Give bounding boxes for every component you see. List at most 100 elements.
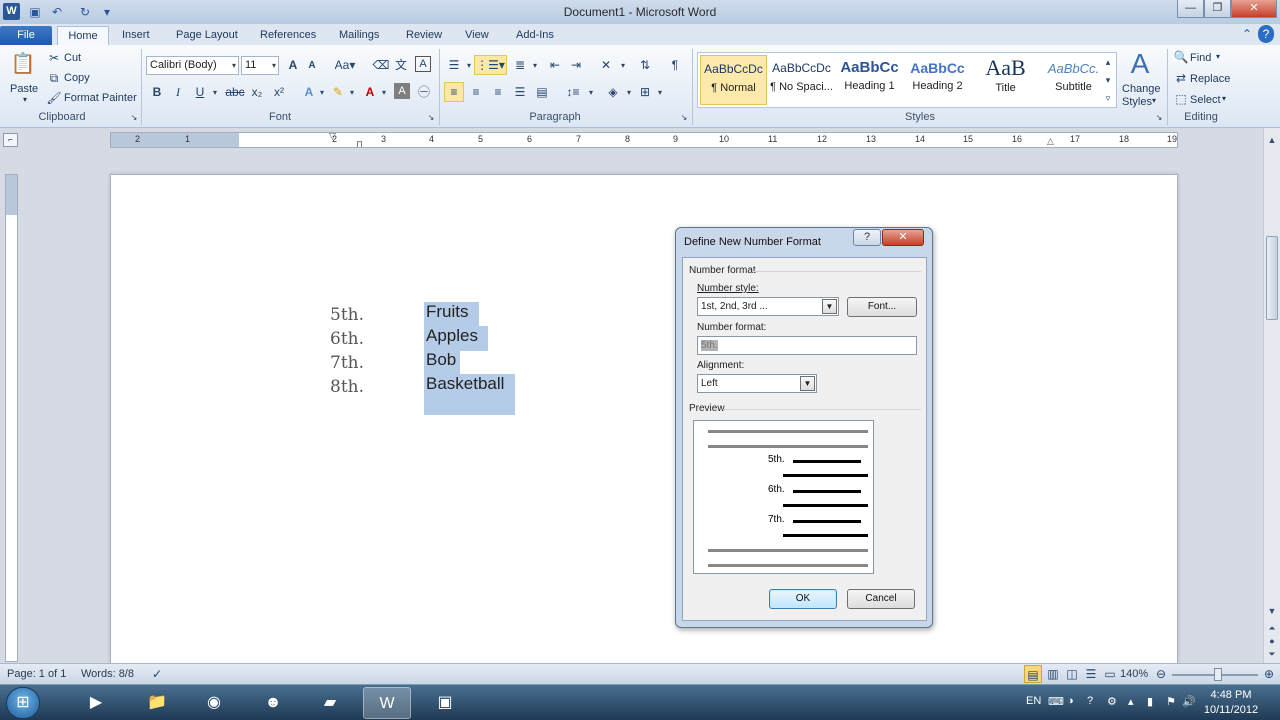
change-styles-icon[interactable]: A — [1125, 49, 1155, 79]
replace-icon[interactable]: ⇄ — [1172, 69, 1190, 87]
taskbar-word-icon[interactable]: W — [363, 687, 411, 719]
change-styles-label-2[interactable]: Styles — [1122, 96, 1152, 108]
cut-icon[interactable]: ✂ — [45, 49, 63, 67]
line-spacing-icon[interactable]: ↕≡ — [564, 83, 582, 101]
zoom-in-icon[interactable]: ⊕ — [1260, 665, 1278, 683]
highlight-dropdown-icon[interactable]: ▾ — [343, 84, 361, 102]
zoom-level[interactable]: 140% — [1120, 668, 1148, 680]
find-icon[interactable]: 🔍 — [1172, 48, 1190, 66]
vertical-scrollbar[interactable]: ▲ ▼ ⏶ ● ⏷ — [1263, 128, 1280, 663]
language-indicator[interactable]: EN — [1026, 695, 1041, 707]
tray-expand-icon[interactable]: ▴ — [1128, 695, 1134, 708]
right-indent-marker[interactable]: △ — [1047, 136, 1054, 147]
list-item-text[interactable]: Basketball — [424, 374, 515, 399]
proofing-icon[interactable]: ✓ — [148, 665, 166, 683]
phonetic-guide-icon[interactable]: 文 — [392, 56, 410, 74]
document-page[interactable]: 5th. Fruits 6th. Apples 7th. Bob 8th. Ba… — [110, 174, 1178, 663]
tab-references[interactable]: References — [252, 26, 324, 45]
taskbar-app-icon[interactable]: ☻ — [249, 687, 297, 719]
document-area[interactable]: 5th. Fruits 6th. Apples 7th. Bob 8th. Ba… — [20, 150, 1263, 663]
tab-page-layout[interactable]: Page Layout — [168, 26, 246, 45]
start-button[interactable]: ⊞ — [6, 687, 40, 719]
taskbar-clock[interactable]: 4:48 PM 10/11/2012 — [1196, 688, 1266, 718]
full-screen-reading-icon[interactable]: ▥ — [1044, 665, 1062, 683]
font-size-combo[interactable]: 11 ▾ — [241, 56, 279, 75]
next-page-icon[interactable]: ⏷ — [1265, 646, 1279, 662]
styles-launcher-icon[interactable]: ↘ — [1150, 109, 1168, 127]
tab-mailings[interactable]: Mailings — [331, 26, 387, 45]
styles-scroll-up-icon[interactable]: ▴ — [1101, 53, 1115, 71]
distributed-icon[interactable]: ▤ — [533, 83, 551, 101]
taskbar-media-player-icon[interactable]: ▶ — [72, 687, 120, 719]
character-shading-icon[interactable]: A — [394, 83, 410, 99]
zoom-out-icon[interactable]: ⊖ — [1152, 665, 1170, 683]
font-button[interactable]: Font... — [847, 297, 917, 317]
alignment-select[interactable]: Left ▼ — [697, 374, 817, 393]
underline-dropdown-icon[interactable]: ▾ — [206, 84, 224, 102]
word-count[interactable]: Words: 8/8 — [81, 668, 134, 680]
bold-icon[interactable]: B — [148, 83, 166, 101]
tray-ime-icon[interactable]: ◑ — [1067, 695, 1074, 707]
show-hide-marks-icon[interactable]: ¶ — [666, 56, 684, 74]
enclose-characters-icon[interactable]: ㊀ — [415, 83, 433, 101]
tab-file[interactable]: File — [0, 26, 52, 45]
tray-options-icon[interactable]: ⚙ — [1107, 695, 1117, 708]
align-center-icon[interactable]: ≡ — [467, 83, 485, 101]
zoom-slider-thumb[interactable] — [1214, 668, 1222, 681]
style-heading-1[interactable]: AaBbCc Heading 1 — [836, 55, 903, 105]
minimize-button[interactable]: — — [1177, 0, 1204, 18]
number-format-input[interactable]: 5th. — [697, 336, 917, 355]
select-dropdown-icon[interactable]: ▾ — [1222, 94, 1226, 103]
style-heading-2[interactable]: AaBbCc Heading 2 — [904, 55, 971, 105]
scroll-down-icon[interactable]: ▼ — [1265, 603, 1279, 619]
subscript-icon[interactable]: x₂ — [248, 83, 266, 101]
tab-view[interactable]: View — [457, 26, 497, 45]
strikethrough-icon[interactable]: abc — [224, 83, 246, 101]
multilevel-dropdown-icon[interactable]: ▾ — [526, 57, 544, 75]
copy-button[interactable]: Copy — [64, 72, 90, 84]
list-item-text[interactable]: Bob — [424, 350, 460, 375]
find-dropdown-icon[interactable]: ▾ — [1216, 52, 1220, 61]
style-subtitle[interactable]: AaBbCc. Subtitle — [1040, 55, 1107, 105]
vertical-ruler[interactable] — [5, 174, 18, 662]
grow-font-icon[interactable]: A — [284, 56, 302, 74]
tray-flag-icon[interactable]: ⚑ — [1166, 695, 1176, 708]
maximize-button[interactable]: ❐ — [1204, 0, 1231, 18]
draft-view-icon[interactable]: ▭ — [1101, 665, 1119, 683]
clear-formatting-icon[interactable]: ⌫ — [372, 56, 390, 74]
print-layout-view-icon[interactable]: ▤ — [1024, 665, 1042, 683]
tray-keyboard-icon[interactable]: ⌨ — [1048, 695, 1064, 708]
close-button[interactable]: ✕ — [1231, 0, 1277, 18]
justify-icon[interactable]: ☰ — [511, 83, 529, 101]
copy-icon[interactable]: ⧉ — [45, 69, 63, 87]
tab-add-ins[interactable]: Add-Ins — [508, 26, 562, 45]
change-styles-dropdown-icon[interactable]: ▾ — [1152, 96, 1156, 105]
horizontal-ruler[interactable]: 2 1 2 3 4 5 6 7 8 9 10 11 12 13 14 15 16… — [110, 131, 1178, 149]
taskbar-recorder-icon[interactable]: ▣ — [421, 687, 469, 719]
styles-more-icon[interactable]: ▿ — [1101, 89, 1115, 107]
format-painter-icon[interactable]: 🖌 — [45, 89, 63, 107]
tray-volume-icon[interactable]: 🔊 — [1182, 695, 1196, 708]
taskbar-explorer-icon[interactable]: 📁 — [133, 687, 181, 719]
minimize-ribbon-icon[interactable]: ⌃ — [1238, 25, 1256, 43]
select-icon[interactable]: ⬚ — [1172, 90, 1190, 108]
paste-icon[interactable]: 📋 — [10, 51, 36, 77]
page-count[interactable]: Page: 1 of 1 — [7, 668, 66, 680]
font-launcher-icon[interactable]: ↘ — [422, 109, 440, 127]
tray-network-icon[interactable]: ▮ — [1147, 695, 1153, 708]
italic-icon[interactable]: I — [169, 83, 187, 101]
cancel-button[interactable]: Cancel — [847, 589, 915, 609]
line-spacing-dropdown-icon[interactable]: ▾ — [582, 84, 600, 102]
shrink-font-icon[interactable]: A — [303, 57, 321, 75]
increase-indent-icon[interactable]: ⇥ — [567, 56, 585, 74]
font-size-dropdown-icon[interactable]: ▾ — [272, 57, 276, 74]
alignment-dropdown-icon[interactable]: ▼ — [800, 376, 815, 391]
style-normal[interactable]: AaBbCcDc ¶ Normal — [700, 55, 767, 105]
paste-button[interactable]: Paste — [10, 83, 38, 95]
tab-insert[interactable]: Insert — [114, 26, 158, 45]
taskbar-folder-icon[interactable]: ▰ — [306, 687, 354, 719]
cut-button[interactable]: Cut — [64, 52, 81, 64]
align-right-icon[interactable]: ≡ — [489, 83, 507, 101]
numbering-icon[interactable]: ⋮☰▾ — [474, 55, 507, 75]
asian-layout-icon[interactable]: ✕ — [597, 56, 615, 74]
